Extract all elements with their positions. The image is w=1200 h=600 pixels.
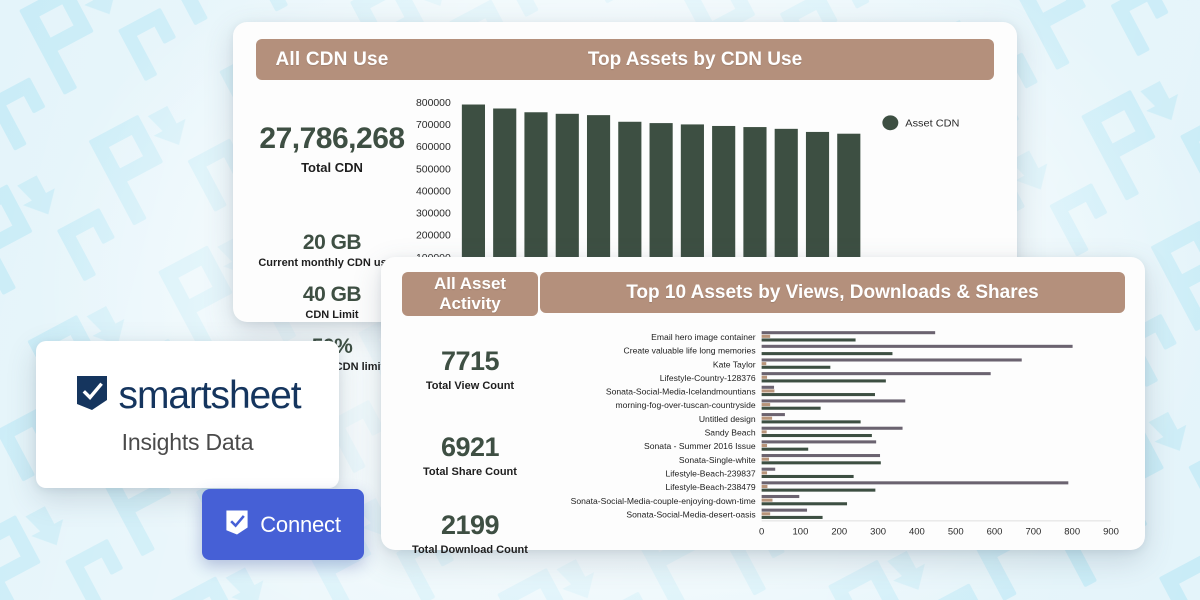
svg-text:Sonata - Summer 2016 Issue: Sonata - Summer 2016 Issue — [644, 441, 756, 451]
top-10-assets-header: Top 10 Assets by Views, Downloads & Shar… — [540, 272, 1125, 313]
svg-text:700000: 700000 — [416, 120, 451, 131]
svg-text:Sonata-Single-white: Sonata-Single-white — [679, 455, 756, 465]
svg-text:Untitled design: Untitled design — [699, 414, 756, 424]
stat-total-share-count: 6921 Total Share Count — [402, 432, 538, 478]
svg-text:200000: 200000 — [416, 231, 451, 242]
smartsheet-brand-card: smartsheet Insights Data — [36, 341, 339, 488]
stat-total-share-count-value: 6921 — [440, 432, 500, 462]
smartsheet-check-flag-icon — [225, 509, 249, 541]
svg-text:800000: 800000 — [416, 98, 451, 109]
svg-text:900: 900 — [1103, 527, 1119, 537]
svg-text:Kate Taylor: Kate Taylor — [713, 359, 756, 369]
svg-text:Create valuable life long memo: Create valuable life long memories — [624, 346, 756, 356]
top-10-assets-chart[interactable]: Email hero image container Create valuabl… — [540, 324, 1125, 546]
smartsheet-check-flag-icon — [75, 374, 109, 417]
svg-text:200: 200 — [831, 527, 847, 537]
svg-text:400000: 400000 — [416, 187, 451, 198]
asset-activity-summary-panel: All Asset Activity 7715 Total View Count… — [402, 272, 538, 556]
svg-text:800: 800 — [1064, 527, 1080, 537]
svg-text:400: 400 — [909, 527, 925, 537]
all-cdn-use-header: All CDN Use — [256, 39, 408, 80]
smartsheet-logo-row: smartsheet — [75, 373, 302, 418]
kpi-monthly-usage-value: 20 GB — [302, 231, 362, 254]
all-asset-activity-header: All Asset Activity — [402, 272, 538, 316]
svg-text:500000: 500000 — [416, 165, 451, 176]
brand-subtitle: Insights Data — [121, 428, 254, 455]
svg-text:700: 700 — [1025, 527, 1041, 537]
svg-text:500: 500 — [948, 527, 964, 537]
svg-text:Email hero image container: Email hero image container — [651, 332, 756, 342]
stat-total-download-count: 2199 Total Download Count — [402, 510, 538, 556]
svg-text:Lifestyle-Beach-239837: Lifestyle-Beach-239837 — [665, 469, 755, 479]
svg-text:Sonata-Social-Media-desert-oas: Sonata-Social-Media-desert-oasis — [626, 510, 755, 520]
svg-text:morning-fog-over-tuscan-countr: morning-fog-over-tuscan-countryside — [615, 400, 755, 410]
svg-text:Lifestyle-Country-128376: Lifestyle-Country-128376 — [660, 373, 756, 383]
asset-activity-card: All Asset Activity 7715 Total View Count… — [381, 257, 1145, 556]
stat-total-view-count: 7715 Total View Count — [402, 346, 538, 392]
dashboard-promo-canvas: All CDN Use 27,786,268 Total CDN 20 GB C… — [0, 0, 1200, 600]
svg-text:Sandy Beach: Sandy Beach — [705, 428, 756, 438]
stat-total-share-count-label: Total Share Count — [423, 466, 517, 478]
svg-text:0: 0 — [759, 527, 764, 537]
svg-text:300000: 300000 — [416, 209, 451, 220]
svg-text:600: 600 — [987, 527, 1003, 537]
stat-total-view-count-label: Total View Count — [425, 380, 515, 392]
connect-button[interactable]: Connect — [202, 489, 364, 560]
svg-text:Sonata-Social-Media-Icelandmou: Sonata-Social-Media-Icelandmountians — [606, 387, 756, 397]
top-assets-by-cdn-use-header: Top Assets by CDN Use — [396, 39, 994, 80]
stat-total-download-count-label: Total Download Count — [412, 544, 528, 556]
svg-text:Sonata-Social-Media-couple-enj: Sonata-Social-Media-couple-enjoying-down… — [571, 496, 756, 506]
svg-text:600000: 600000 — [416, 143, 451, 154]
svg-text:Asset CDN: Asset CDN — [905, 118, 959, 130]
svg-text:Lifestyle-Beach-238479: Lifestyle-Beach-238479 — [665, 482, 755, 492]
svg-text:300: 300 — [870, 527, 886, 537]
connect-button-label: Connect — [260, 511, 341, 537]
smartsheet-wordmark: smartsheet — [118, 373, 302, 417]
asset-activity-chart-panel: Top 10 Assets by Views, Downloads & Shar… — [540, 272, 1125, 546]
total-cdn-label: Total CDN — [301, 160, 363, 175]
svg-text:100: 100 — [793, 527, 809, 537]
stat-total-download-count-value: 2199 — [440, 510, 500, 540]
stat-total-view-count-value: 7715 — [440, 346, 500, 376]
total-cdn-value: 27,786,268 — [259, 122, 405, 155]
asset-activity-stat-list: 7715 Total View Count 6921 Total Share C… — [402, 346, 538, 556]
